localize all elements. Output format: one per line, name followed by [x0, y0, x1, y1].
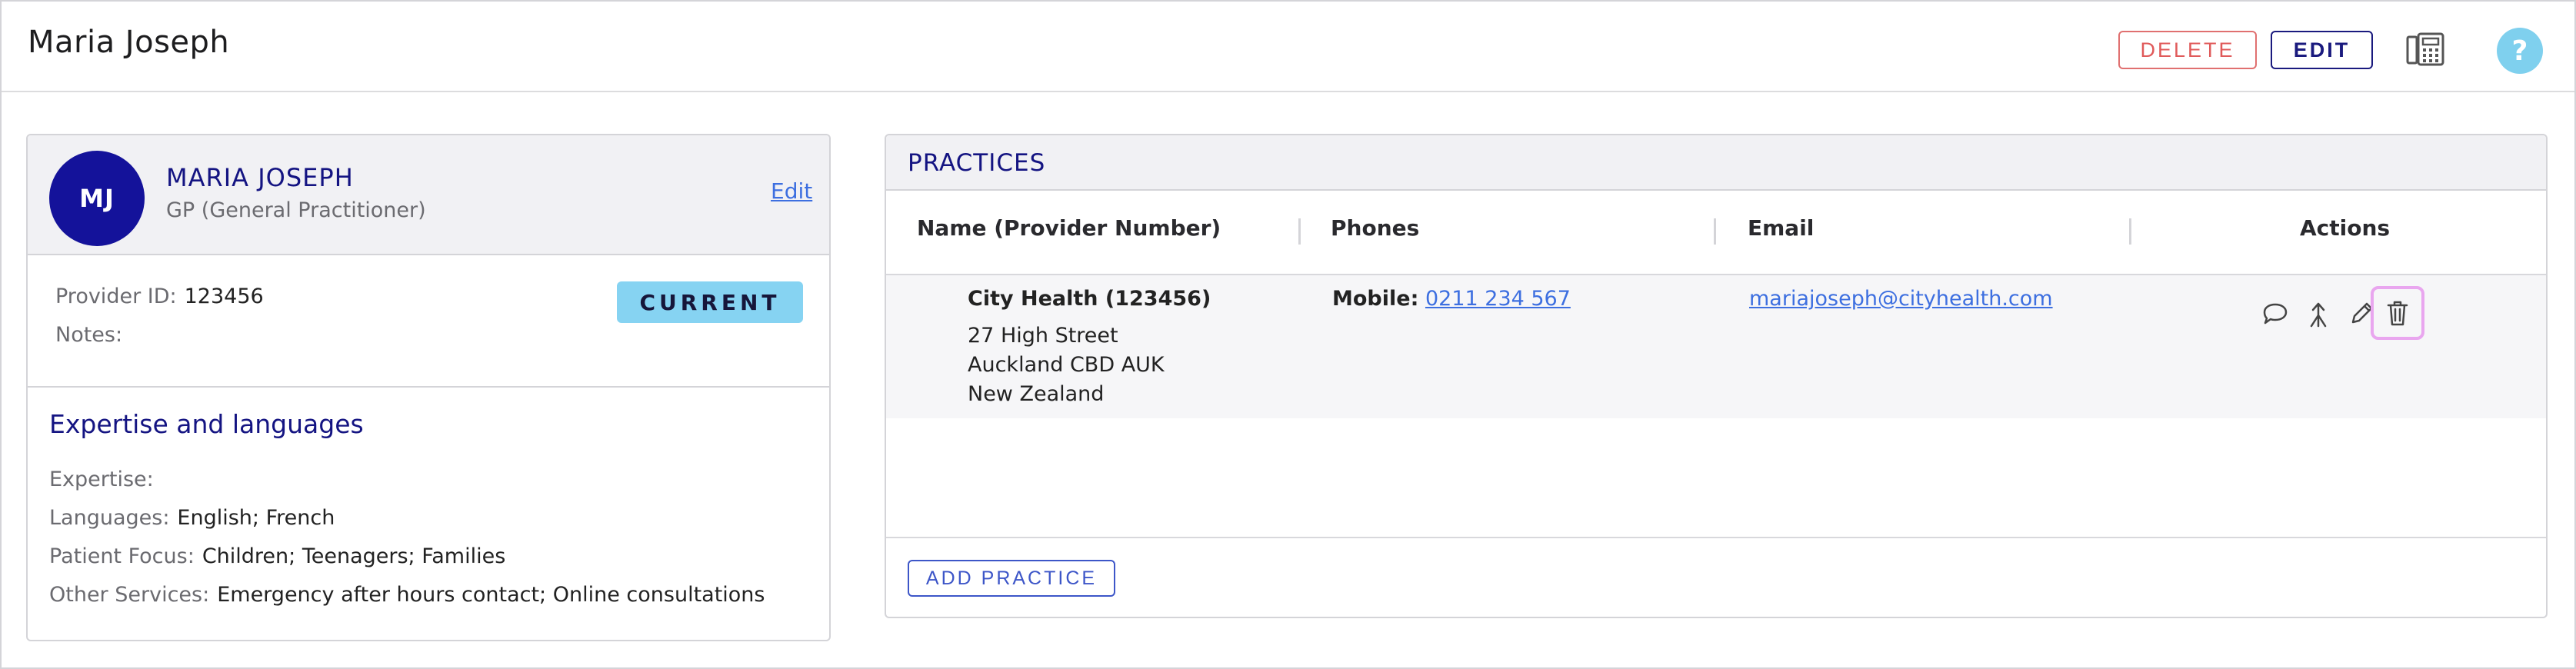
other-services-row: Other Services: Emergency after hours con… [49, 583, 765, 607]
provider-id-value: 123456 [184, 285, 264, 308]
notes-label: Notes: [55, 323, 123, 347]
patient-focus-label: Patient Focus: [49, 544, 195, 568]
notes-row: Notes: [55, 323, 130, 347]
column-header-phones: Phones [1331, 215, 1420, 241]
provider-name: MARIA JOSEPH [166, 163, 354, 192]
languages-row: Languages: English; French [49, 506, 335, 530]
expertise-section-title: Expertise and languages [49, 409, 364, 439]
top-bar: Maria Joseph DELETE EDIT ? [2, 2, 2574, 92]
edit-provider-link[interactable]: Edit [771, 178, 812, 204]
status-badge: CURRENT [617, 281, 803, 323]
email-link[interactable]: mariajoseph@cityhealth.com [1749, 287, 2053, 311]
phonebook-icon[interactable] [2406, 32, 2446, 68]
practices-title: PRACTICES [908, 149, 1046, 177]
divider [28, 386, 829, 388]
practice-address-line2: Auckland CBD AUK [968, 353, 1165, 377]
column-header-email: Email [1748, 215, 1815, 241]
delete-button[interactable]: DELETE [2118, 31, 2257, 69]
column-separator [1298, 218, 1301, 245]
expertise-label: Expertise: [49, 468, 154, 491]
practice-address-line1: 27 High Street [968, 324, 1118, 348]
help-icon[interactable]: ? [2497, 28, 2543, 74]
phone-link[interactable]: 0211 234 567 [1425, 287, 1571, 311]
patient-focus-value: Children; Teenagers; Families [202, 544, 506, 568]
languages-value: English; French [177, 506, 335, 530]
provider-card: MJ MARIA JOSEPH GP (General Practitioner… [26, 134, 831, 641]
practice-name: City Health (123456) [968, 287, 1211, 311]
column-header-actions: Actions [2300, 215, 2391, 241]
provider-role: GP (General Practitioner) [166, 198, 426, 222]
provider-card-header: MJ MARIA JOSEPH GP (General Practitioner… [28, 135, 829, 255]
practices-header: PRACTICES [886, 135, 2546, 191]
chat-icon[interactable] [2260, 298, 2291, 329]
provider-id-row: Provider ID: 123456 [55, 285, 264, 308]
column-separator [2129, 218, 2131, 245]
practice-address-line3: New Zealand [968, 382, 1105, 406]
practices-card: PRACTICES Name (Provider Number) Phones … [885, 134, 2548, 618]
languages-label: Languages: [49, 506, 170, 530]
phone-label: Mobile: [1332, 287, 1419, 311]
page-title: Maria Joseph [28, 25, 230, 60]
other-services-value: Emergency after hours contact; Online co… [217, 583, 765, 607]
column-header-name: Name (Provider Number) [917, 215, 1221, 241]
practice-phone-cell: Mobile: 0211 234 567 [1332, 285, 1571, 314]
trash-icon[interactable] [2371, 286, 2424, 340]
expertise-row: Expertise: [49, 468, 162, 491]
provider-id-label: Provider ID: [55, 285, 177, 308]
avatar: MJ [49, 151, 145, 246]
patient-focus-row: Patient Focus: Children; Teenagers; Famil… [49, 544, 505, 568]
column-separator [1714, 218, 1716, 245]
edit-button[interactable]: EDIT [2271, 31, 2373, 69]
add-practice-button[interactable]: ADD PRACTICE [908, 560, 1115, 597]
practice-name-cell: City Health (123456) 27 High Street Auck… [968, 285, 1211, 409]
practice-email-cell: mariajoseph@cityhealth.com [1749, 285, 2053, 314]
other-services-label: Other Services: [49, 583, 210, 607]
merge-icon[interactable] [2303, 298, 2334, 329]
table-footer-divider [886, 537, 2546, 538]
